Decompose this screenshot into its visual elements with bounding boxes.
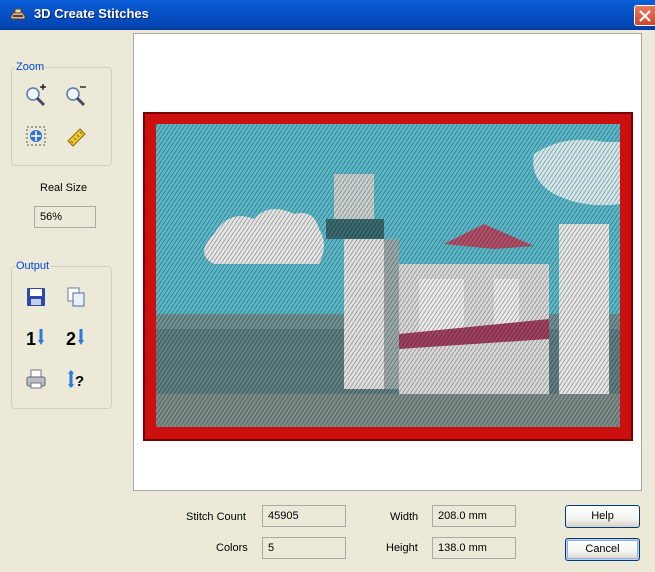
one-step-icon: 1 xyxy=(26,329,44,348)
info-button[interactable]: ? xyxy=(63,366,89,392)
zoom-group: Zoom xyxy=(11,61,112,166)
close-button[interactable] xyxy=(634,5,655,26)
stitch-preview-image xyxy=(143,112,633,441)
ruler-button[interactable] xyxy=(63,123,89,149)
svg-text:1: 1 xyxy=(26,329,36,348)
zoom-group-label: Zoom xyxy=(15,61,46,74)
two-step-icon: 2 xyxy=(66,329,84,348)
svg-text:?: ? xyxy=(75,373,84,390)
print-icon xyxy=(26,369,46,389)
height-label: Height xyxy=(386,542,418,554)
output-group-label: Output xyxy=(15,260,51,273)
two-step-button[interactable]: 2 xyxy=(63,324,89,350)
copy-button[interactable] xyxy=(63,284,89,310)
stitch-count-label: Stitch Count xyxy=(186,511,246,523)
zoom-in-icon xyxy=(26,84,46,106)
stitch-count-field: 45905 xyxy=(262,505,346,527)
info-icon: ? xyxy=(68,370,84,390)
window-title: 3D Create Stitches xyxy=(34,6,149,21)
width-label: Width xyxy=(390,511,419,523)
fit-to-window-button[interactable] xyxy=(23,123,49,149)
save-icon xyxy=(27,288,45,306)
cancel-button[interactable]: Cancel xyxy=(565,538,640,561)
real-size-label: Real Size xyxy=(40,182,88,194)
help-button[interactable]: Help xyxy=(565,505,640,528)
colors-field: 5 xyxy=(262,537,346,559)
height-field: 138.0 mm xyxy=(432,537,516,559)
copy-icon xyxy=(67,287,85,307)
zoom-out-icon xyxy=(66,86,86,106)
fit-to-window-icon xyxy=(26,126,46,146)
save-button[interactable] xyxy=(23,284,49,310)
one-step-button[interactable]: 1 xyxy=(23,324,49,350)
app-icon xyxy=(10,8,26,20)
stitch-preview-panel[interactable] xyxy=(133,33,642,491)
title-bar: 3D Create Stitches xyxy=(0,0,655,30)
colors-label: Colors xyxy=(216,542,248,554)
print-button[interactable] xyxy=(23,366,49,392)
close-icon xyxy=(639,10,651,22)
svg-text:2: 2 xyxy=(66,329,76,348)
zoom-in-button[interactable] xyxy=(23,82,49,108)
zoom-value-field: 56% xyxy=(34,206,96,228)
zoom-out-button[interactable] xyxy=(63,82,89,108)
width-field: 208.0 mm xyxy=(432,505,516,527)
ruler-icon xyxy=(67,128,86,147)
output-group: Output 1 2 ? xyxy=(11,260,112,409)
